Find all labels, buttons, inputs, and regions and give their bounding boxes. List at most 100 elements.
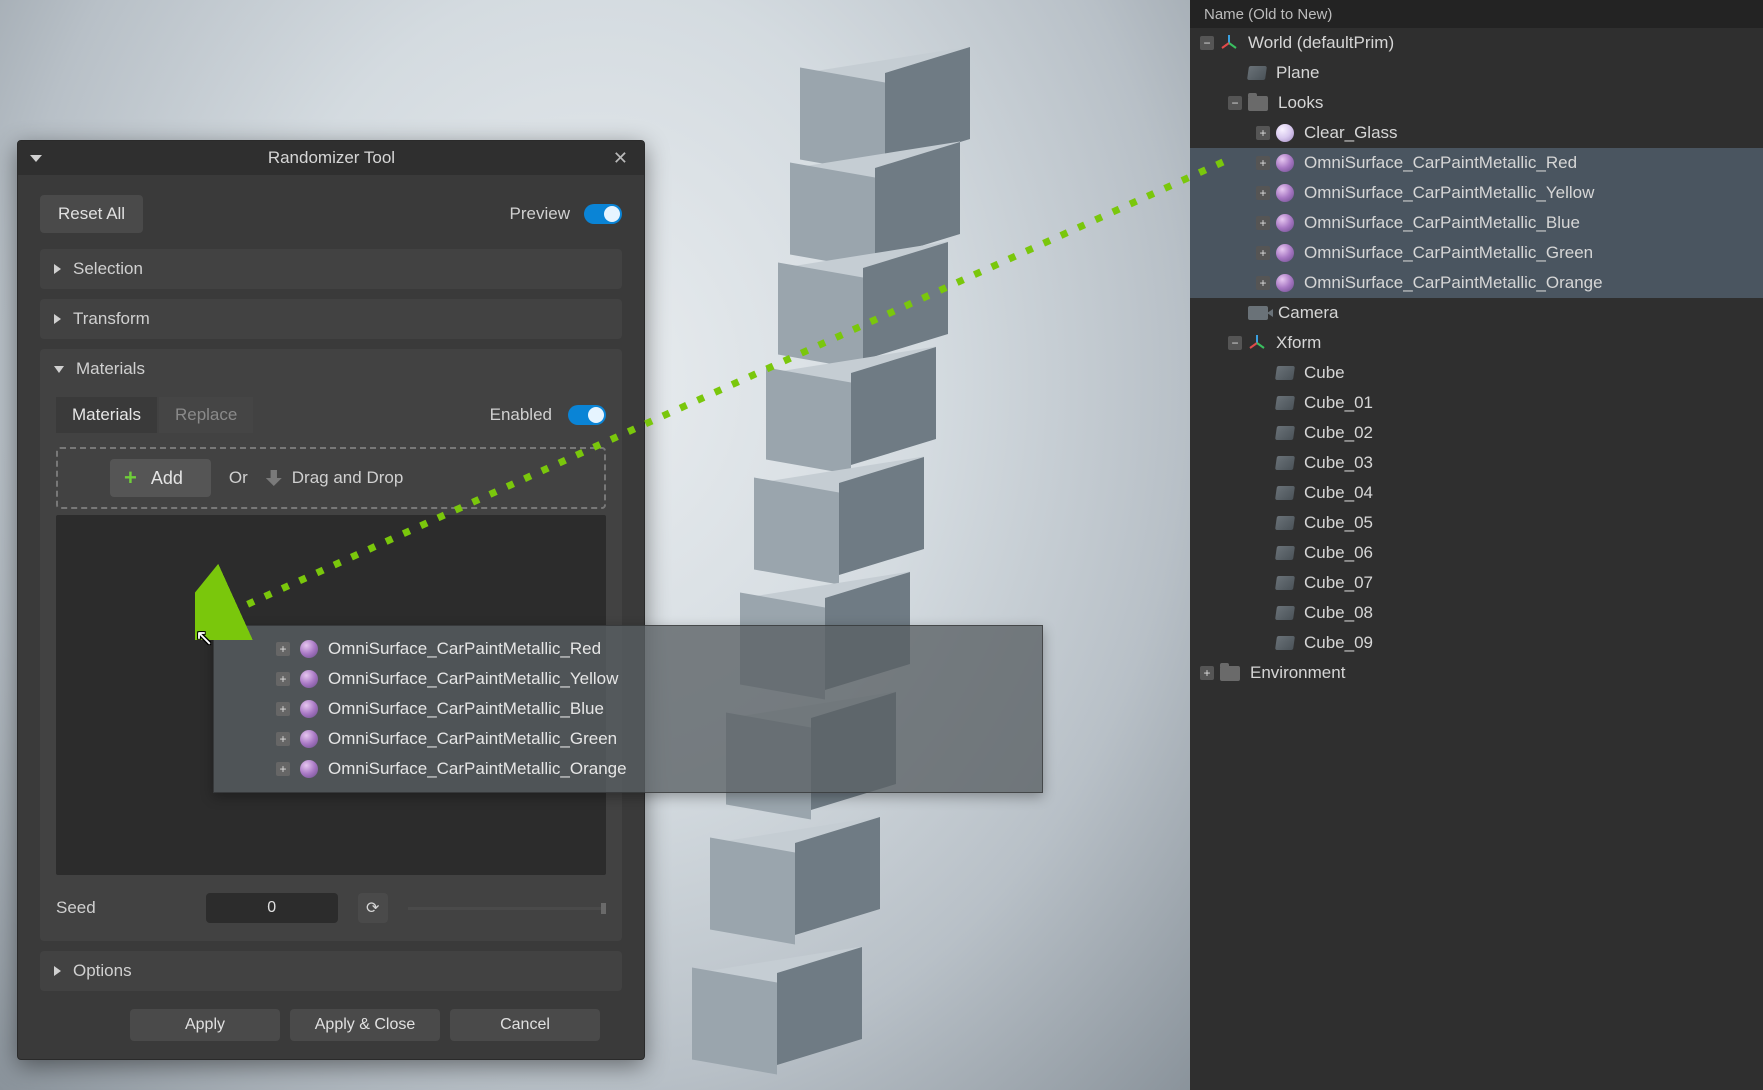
transform-header[interactable]: Transform [40, 299, 622, 339]
options-label: Options [73, 961, 132, 981]
tree-item-cube[interactable]: Cube_04 [1190, 478, 1763, 508]
chevron-right-icon [54, 264, 61, 274]
refresh-button[interactable]: ⟳ [358, 893, 388, 923]
expand-icon[interactable]: + [1256, 186, 1270, 200]
tree-item-camera[interactable]: Camera [1190, 298, 1763, 328]
seed-input[interactable] [206, 893, 338, 923]
tree-item-material[interactable]: + OmniSurface_CarPaintMetallic_Orange [1190, 268, 1763, 298]
tree-item-looks[interactable]: − Looks [1190, 88, 1763, 118]
materials-dropzone[interactable]: + Add Or Drag and Drop [56, 447, 606, 509]
options-header[interactable]: Options [40, 951, 622, 991]
tab-materials[interactable]: Materials [56, 397, 157, 433]
randomizer-tool-panel: Randomizer Tool ✕ Reset All Preview Sele… [17, 140, 645, 1060]
enabled-toggle[interactable] [568, 405, 606, 425]
tab-replace[interactable]: Replace [159, 397, 253, 433]
enabled-label: Enabled [490, 405, 552, 425]
tree-item-cube[interactable]: Cube_09 [1190, 628, 1763, 658]
expand-icon[interactable]: + [1256, 276, 1270, 290]
stage-tree[interactable]: − World (defaultPrim) Plane − Looks + Cl… [1190, 28, 1763, 688]
preview-toggle[interactable] [584, 204, 622, 224]
collapse-icon[interactable]: − [1228, 96, 1242, 110]
tree-item-cube[interactable]: Cube_03 [1190, 448, 1763, 478]
tree-item-cube[interactable]: Cube [1190, 358, 1763, 388]
tree-item-cube[interactable]: Cube_02 [1190, 418, 1763, 448]
list-item: +OmniSurface_CarPaintMetallic_Blue [276, 694, 1024, 724]
mesh-icon [1275, 606, 1295, 620]
outliner-header[interactable]: Name (Old to New) [1190, 0, 1763, 28]
tree-item-material[interactable]: + Clear_Glass [1190, 118, 1763, 148]
tree-item-world[interactable]: − World (defaultPrim) [1190, 28, 1763, 58]
tree-item-material[interactable]: + OmniSurface_CarPaintMetallic_Yellow [1190, 178, 1763, 208]
material-icon [1276, 244, 1294, 262]
tree-item-plane[interactable]: Plane [1190, 58, 1763, 88]
tree-item-xform[interactable]: − Xform [1190, 328, 1763, 358]
expand-icon[interactable]: + [1256, 216, 1270, 230]
selection-header[interactable]: Selection [40, 249, 622, 289]
tree-item-cube[interactable]: Cube_01 [1190, 388, 1763, 418]
seed-slider[interactable] [408, 907, 606, 910]
tree-item-material[interactable]: + OmniSurface_CarPaintMetallic_Blue [1190, 208, 1763, 238]
materials-label: Materials [76, 359, 145, 379]
apply-close-button[interactable]: Apply & Close [290, 1009, 440, 1041]
title-bar[interactable]: Randomizer Tool ✕ [18, 141, 644, 175]
tree-item-environment[interactable]: + Environment [1190, 658, 1763, 688]
chevron-right-icon [54, 314, 61, 324]
transform-label: Transform [73, 309, 150, 329]
collapse-icon[interactable]: − [1200, 36, 1214, 50]
expand-icon[interactable]: + [1256, 156, 1270, 170]
mesh-icon [1275, 396, 1295, 410]
expand-icon: + [276, 672, 290, 686]
expand-icon[interactable]: + [1256, 246, 1270, 260]
expand-icon[interactable]: + [1200, 666, 1214, 680]
apply-button[interactable]: Apply [130, 1009, 280, 1041]
expand-icon: + [276, 732, 290, 746]
materials-header[interactable]: Materials [40, 349, 622, 389]
tree-item-material[interactable]: + OmniSurface_CarPaintMetallic_Red [1190, 148, 1763, 178]
add-button[interactable]: + Add [110, 459, 211, 497]
collapse-icon[interactable] [30, 155, 42, 162]
mesh-icon [1275, 456, 1295, 470]
tree-item-cube[interactable]: Cube_07 [1190, 568, 1763, 598]
transform-section: Transform [40, 299, 622, 339]
material-icon [300, 760, 318, 778]
download-icon [266, 470, 282, 486]
mesh-icon [1275, 366, 1295, 380]
tree-item-material[interactable]: + OmniSurface_CarPaintMetallic_Green [1190, 238, 1763, 268]
tree-item-cube[interactable]: Cube_05 [1190, 508, 1763, 538]
mesh-icon [1275, 486, 1295, 500]
camera-icon [1248, 306, 1268, 320]
list-item: +OmniSurface_CarPaintMetallic_Green [276, 724, 1024, 754]
mesh-icon [1275, 426, 1295, 440]
drag-tooltip: +OmniSurface_CarPaintMetallic_Red +OmniS… [213, 625, 1043, 793]
stage-outliner: Name (Old to New) − World (defaultPrim) … [1190, 0, 1763, 1090]
cancel-button[interactable]: Cancel [450, 1009, 600, 1041]
selection-label: Selection [73, 259, 143, 279]
collapse-icon[interactable]: − [1228, 336, 1242, 350]
panel-title: Randomizer Tool [54, 148, 609, 168]
reset-all-button[interactable]: Reset All [40, 195, 143, 233]
xform-icon [1248, 334, 1266, 352]
material-icon [1276, 214, 1294, 232]
mesh-icon [1275, 546, 1295, 560]
or-label: Or [229, 468, 248, 488]
tree-item-cube[interactable]: Cube_08 [1190, 598, 1763, 628]
close-icon[interactable]: ✕ [609, 146, 632, 171]
chevron-down-icon [54, 366, 64, 373]
material-icon [300, 700, 318, 718]
list-item: +OmniSurface_CarPaintMetallic_Orange [276, 754, 1024, 784]
material-icon [300, 670, 318, 688]
expand-icon: + [276, 642, 290, 656]
material-icon [1276, 124, 1294, 142]
mesh-icon [1275, 516, 1295, 530]
list-item: +OmniSurface_CarPaintMetallic_Red [276, 634, 1024, 664]
mesh-icon [1275, 636, 1295, 650]
expand-icon: + [276, 762, 290, 776]
drag-drop-area[interactable]: Drag and Drop [266, 468, 404, 488]
dnd-label: Drag and Drop [292, 468, 404, 488]
folder-icon [1220, 666, 1240, 681]
preview-label: Preview [510, 204, 570, 224]
folder-icon [1248, 96, 1268, 111]
tree-item-cube[interactable]: Cube_06 [1190, 538, 1763, 568]
expand-icon[interactable]: + [1256, 126, 1270, 140]
material-icon [1276, 274, 1294, 292]
